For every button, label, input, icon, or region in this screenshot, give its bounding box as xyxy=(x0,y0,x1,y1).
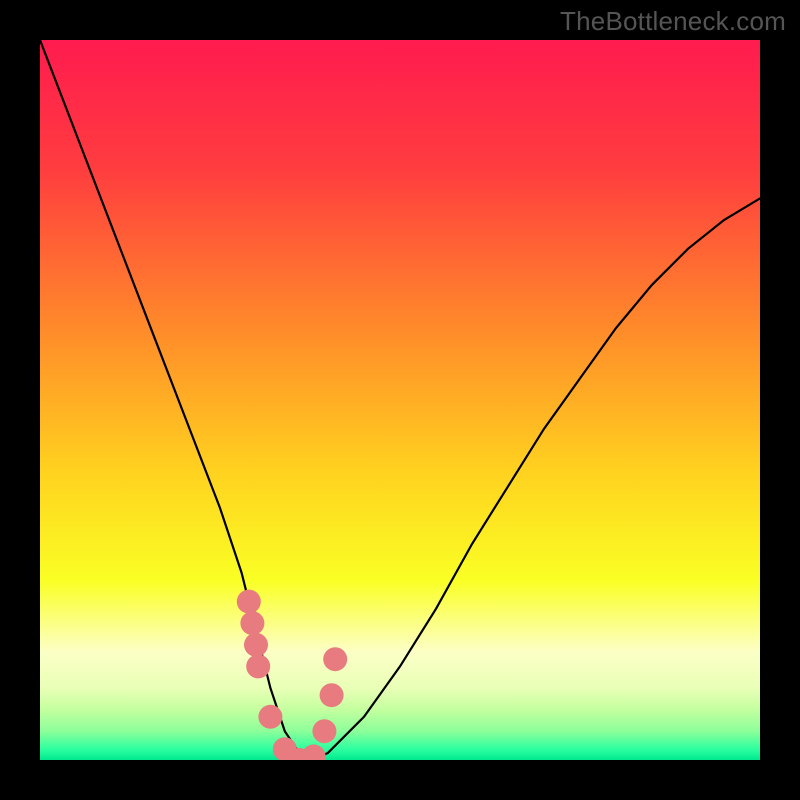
marker-point xyxy=(237,590,261,614)
highlighted-points xyxy=(237,590,347,760)
marker-point xyxy=(320,683,344,707)
marker-point xyxy=(312,719,336,743)
curve-layer xyxy=(40,40,760,760)
marker-point xyxy=(240,611,264,635)
plot-area xyxy=(40,40,760,760)
chart-frame: TheBottleneck.com xyxy=(0,0,800,800)
marker-point xyxy=(246,654,270,678)
marker-point xyxy=(258,705,282,729)
watermark-text: TheBottleneck.com xyxy=(560,6,786,37)
bottleneck-curve xyxy=(40,40,760,760)
marker-point xyxy=(302,744,326,760)
marker-point xyxy=(323,647,347,671)
marker-point xyxy=(244,633,268,657)
